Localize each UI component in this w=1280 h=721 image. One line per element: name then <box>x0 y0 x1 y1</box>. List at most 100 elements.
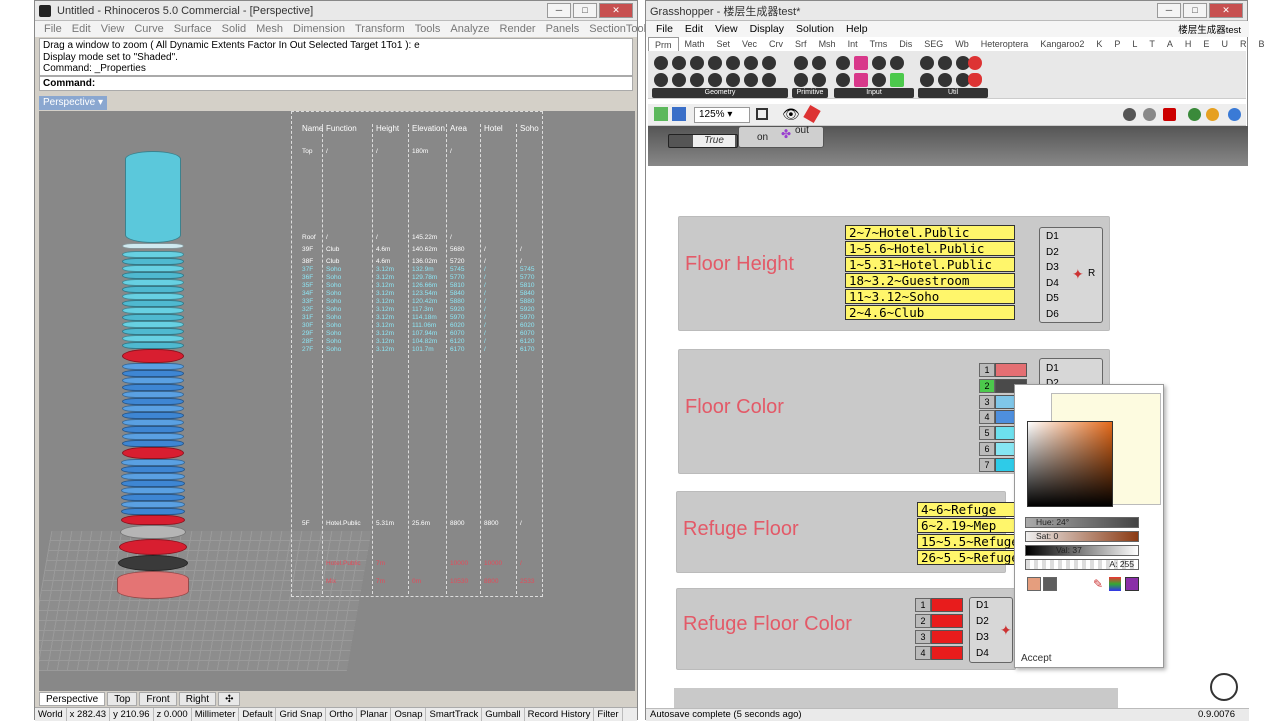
preview-eye-icon[interactable]: 👁 <box>782 106 800 123</box>
component-icon[interactable] <box>794 56 808 70</box>
menu-item-surface[interactable]: Surface <box>169 23 217 35</box>
component-icon[interactable] <box>854 73 868 87</box>
component-icon[interactable] <box>762 73 776 87</box>
group-partial[interactable] <box>674 688 1118 709</box>
component-icon[interactable] <box>726 73 740 87</box>
gh-tab-a[interactable]: A <box>1161 37 1179 51</box>
component-icon[interactable] <box>920 73 934 87</box>
text-panel[interactable]: 1~5.6~Hotel.Public <box>845 241 1015 256</box>
menu-item-panels[interactable]: Panels <box>541 23 585 35</box>
swatch-colour[interactable] <box>931 630 963 644</box>
status-gumball[interactable]: Gumball <box>482 708 525 721</box>
gh-tab-crv[interactable]: Crv <box>763 37 789 51</box>
menu-item-analyze[interactable]: Analyze <box>445 23 494 35</box>
status-planar[interactable]: Planar <box>357 708 392 721</box>
component-icon[interactable] <box>920 56 934 70</box>
component-icon[interactable] <box>890 56 904 70</box>
group-floor-height[interactable]: Floor Height 2~7~Hotel.Public 1~5.6~Hotel… <box>678 216 1110 331</box>
menu-item-transform[interactable]: Transform <box>350 23 410 35</box>
material-icon[interactable] <box>1206 108 1219 121</box>
alpha-slider[interactable]: A: 255 <box>1025 559 1139 570</box>
text-panel[interactable]: 18~3.2~Guestroom <box>845 273 1015 288</box>
input-port-d3[interactable]: D3 <box>976 632 989 643</box>
gh-menu-item-display[interactable]: Display <box>744 23 790 35</box>
gh-tab-heteroptera[interactable]: Heteroptera <box>975 37 1035 51</box>
gh-tab-u[interactable]: U <box>1215 37 1234 51</box>
component-icon[interactable] <box>890 73 904 87</box>
value-slider[interactable]: Val: 37 <box>1025 545 1139 556</box>
input-port-d4[interactable]: D4 <box>976 648 989 659</box>
eyedropper-icon[interactable]: ✎ <box>1093 577 1105 591</box>
viewport-tab-top[interactable]: Top <box>107 692 138 706</box>
component-icon[interactable] <box>762 56 776 70</box>
save-file-icon[interactable] <box>672 107 686 121</box>
menu-item-solid[interactable]: Solid <box>217 23 251 35</box>
text-panel[interactable]: 2~7~Hotel.Public <box>845 225 1015 240</box>
group-refuge-floor-color[interactable]: Refuge Floor Color 1 2 3 4 D1 D2 D3 D4 ✦ <box>676 588 1016 670</box>
menu-item-dimension[interactable]: Dimension <box>288 23 350 35</box>
colour-swatch[interactable]: 2 <box>915 614 963 628</box>
minimize-button[interactable]: ─ <box>547 3 571 18</box>
input-port-d5[interactable]: D5 <box>1046 293 1059 304</box>
menu-item-mesh[interactable]: Mesh <box>251 23 288 35</box>
group-refuge-floor[interactable]: Refuge Floor 4~6~Refuge 6~2.19~Mep 15~5.5~… <box>676 491 1017 573</box>
hue-slider[interactable]: Hue: 24° <box>1025 517 1139 528</box>
gh-minimize-button[interactable]: ─ <box>1157 3 1181 18</box>
previous-colour-swatch[interactable] <box>1027 577 1041 591</box>
menu-item-tools[interactable]: Tools <box>410 23 446 35</box>
status-osnap[interactable]: Osnap <box>391 708 427 721</box>
gh-menu-item-edit[interactable]: Edit <box>679 23 709 35</box>
component-icon[interactable] <box>672 56 686 70</box>
component-icon[interactable] <box>968 56 982 70</box>
command-input[interactable]: Command: <box>39 76 633 91</box>
gh-close-button[interactable]: ✕ <box>1209 3 1243 18</box>
component-icon[interactable] <box>794 73 808 87</box>
status-z-0-000[interactable]: z 0.000 <box>154 708 192 721</box>
gh-tab-vec[interactable]: Vec <box>736 37 763 51</box>
swatch-colour[interactable] <box>995 363 1027 377</box>
menu-item-file[interactable]: File <box>39 23 67 35</box>
component-icon[interactable] <box>872 56 886 70</box>
colour-component[interactable]: on ✤ out <box>738 126 824 148</box>
component-icon[interactable] <box>654 73 668 87</box>
menu-item-curve[interactable]: Curve <box>129 23 168 35</box>
text-panel[interactable]: 2~4.6~Club <box>845 305 1015 320</box>
colour-picker-popup[interactable]: Hue: 24° Sat: 0 Val: 37 A: 255 ✎ Accept <box>1014 384 1164 668</box>
gh-tab-h[interactable]: H <box>1179 37 1198 51</box>
boolean-toggle[interactable]: True <box>668 134 738 148</box>
gh-tab-t[interactable]: T <box>1143 37 1161 51</box>
gh-tab-math[interactable]: Math <box>679 37 711 51</box>
maximize-button[interactable]: □ <box>573 3 597 18</box>
gh-menu-item-solution[interactable]: Solution <box>790 23 840 35</box>
viewport-tab-right[interactable]: Right <box>178 692 217 706</box>
status-grid-snap[interactable]: Grid Snap <box>276 708 327 721</box>
gh-tab-p[interactable]: P <box>1108 37 1126 51</box>
gh-tab-msh[interactable]: Msh <box>813 37 842 51</box>
gh-tab-seg[interactable]: SEG <box>918 37 949 51</box>
input-port-d2[interactable]: D2 <box>1046 247 1059 258</box>
sketch-pen-icon[interactable] <box>803 104 821 124</box>
menu-item-render[interactable]: Render <box>495 23 541 35</box>
input-port-d1[interactable]: D1 <box>976 600 989 611</box>
colour-swatch[interactable]: 1 <box>915 598 963 612</box>
component-icon[interactable] <box>854 56 868 70</box>
open-file-icon[interactable] <box>654 107 668 121</box>
input-port-d3[interactable]: D3 <box>1046 262 1059 273</box>
status-default[interactable]: Default <box>239 708 277 721</box>
swatch-colour[interactable] <box>931 614 963 628</box>
viewport-tab-front[interactable]: Front <box>139 692 177 706</box>
perspective-viewport[interactable]: Name Function Height Elevation Area Hotel Soho… <box>39 111 635 691</box>
component-icon[interactable] <box>744 73 758 87</box>
saturation-value-field[interactable] <box>1027 421 1113 507</box>
colour-swatch[interactable]: 1 <box>979 363 1027 377</box>
disable-preview-icon[interactable] <box>1163 108 1176 121</box>
gh-menu-item-view[interactable]: View <box>709 23 744 35</box>
zoom-extents-icon[interactable] <box>756 108 768 120</box>
merge-component[interactable]: D1 D2 D3 D4 ✦ <box>969 597 1013 663</box>
component-icon[interactable] <box>654 56 668 70</box>
component-icon[interactable] <box>708 56 722 70</box>
component-icon[interactable] <box>744 56 758 70</box>
bake-icon[interactable] <box>1188 108 1201 121</box>
status-y-210-96[interactable]: y 210.96 <box>110 708 154 721</box>
colour-swatch[interactable]: 3 <box>915 630 963 644</box>
